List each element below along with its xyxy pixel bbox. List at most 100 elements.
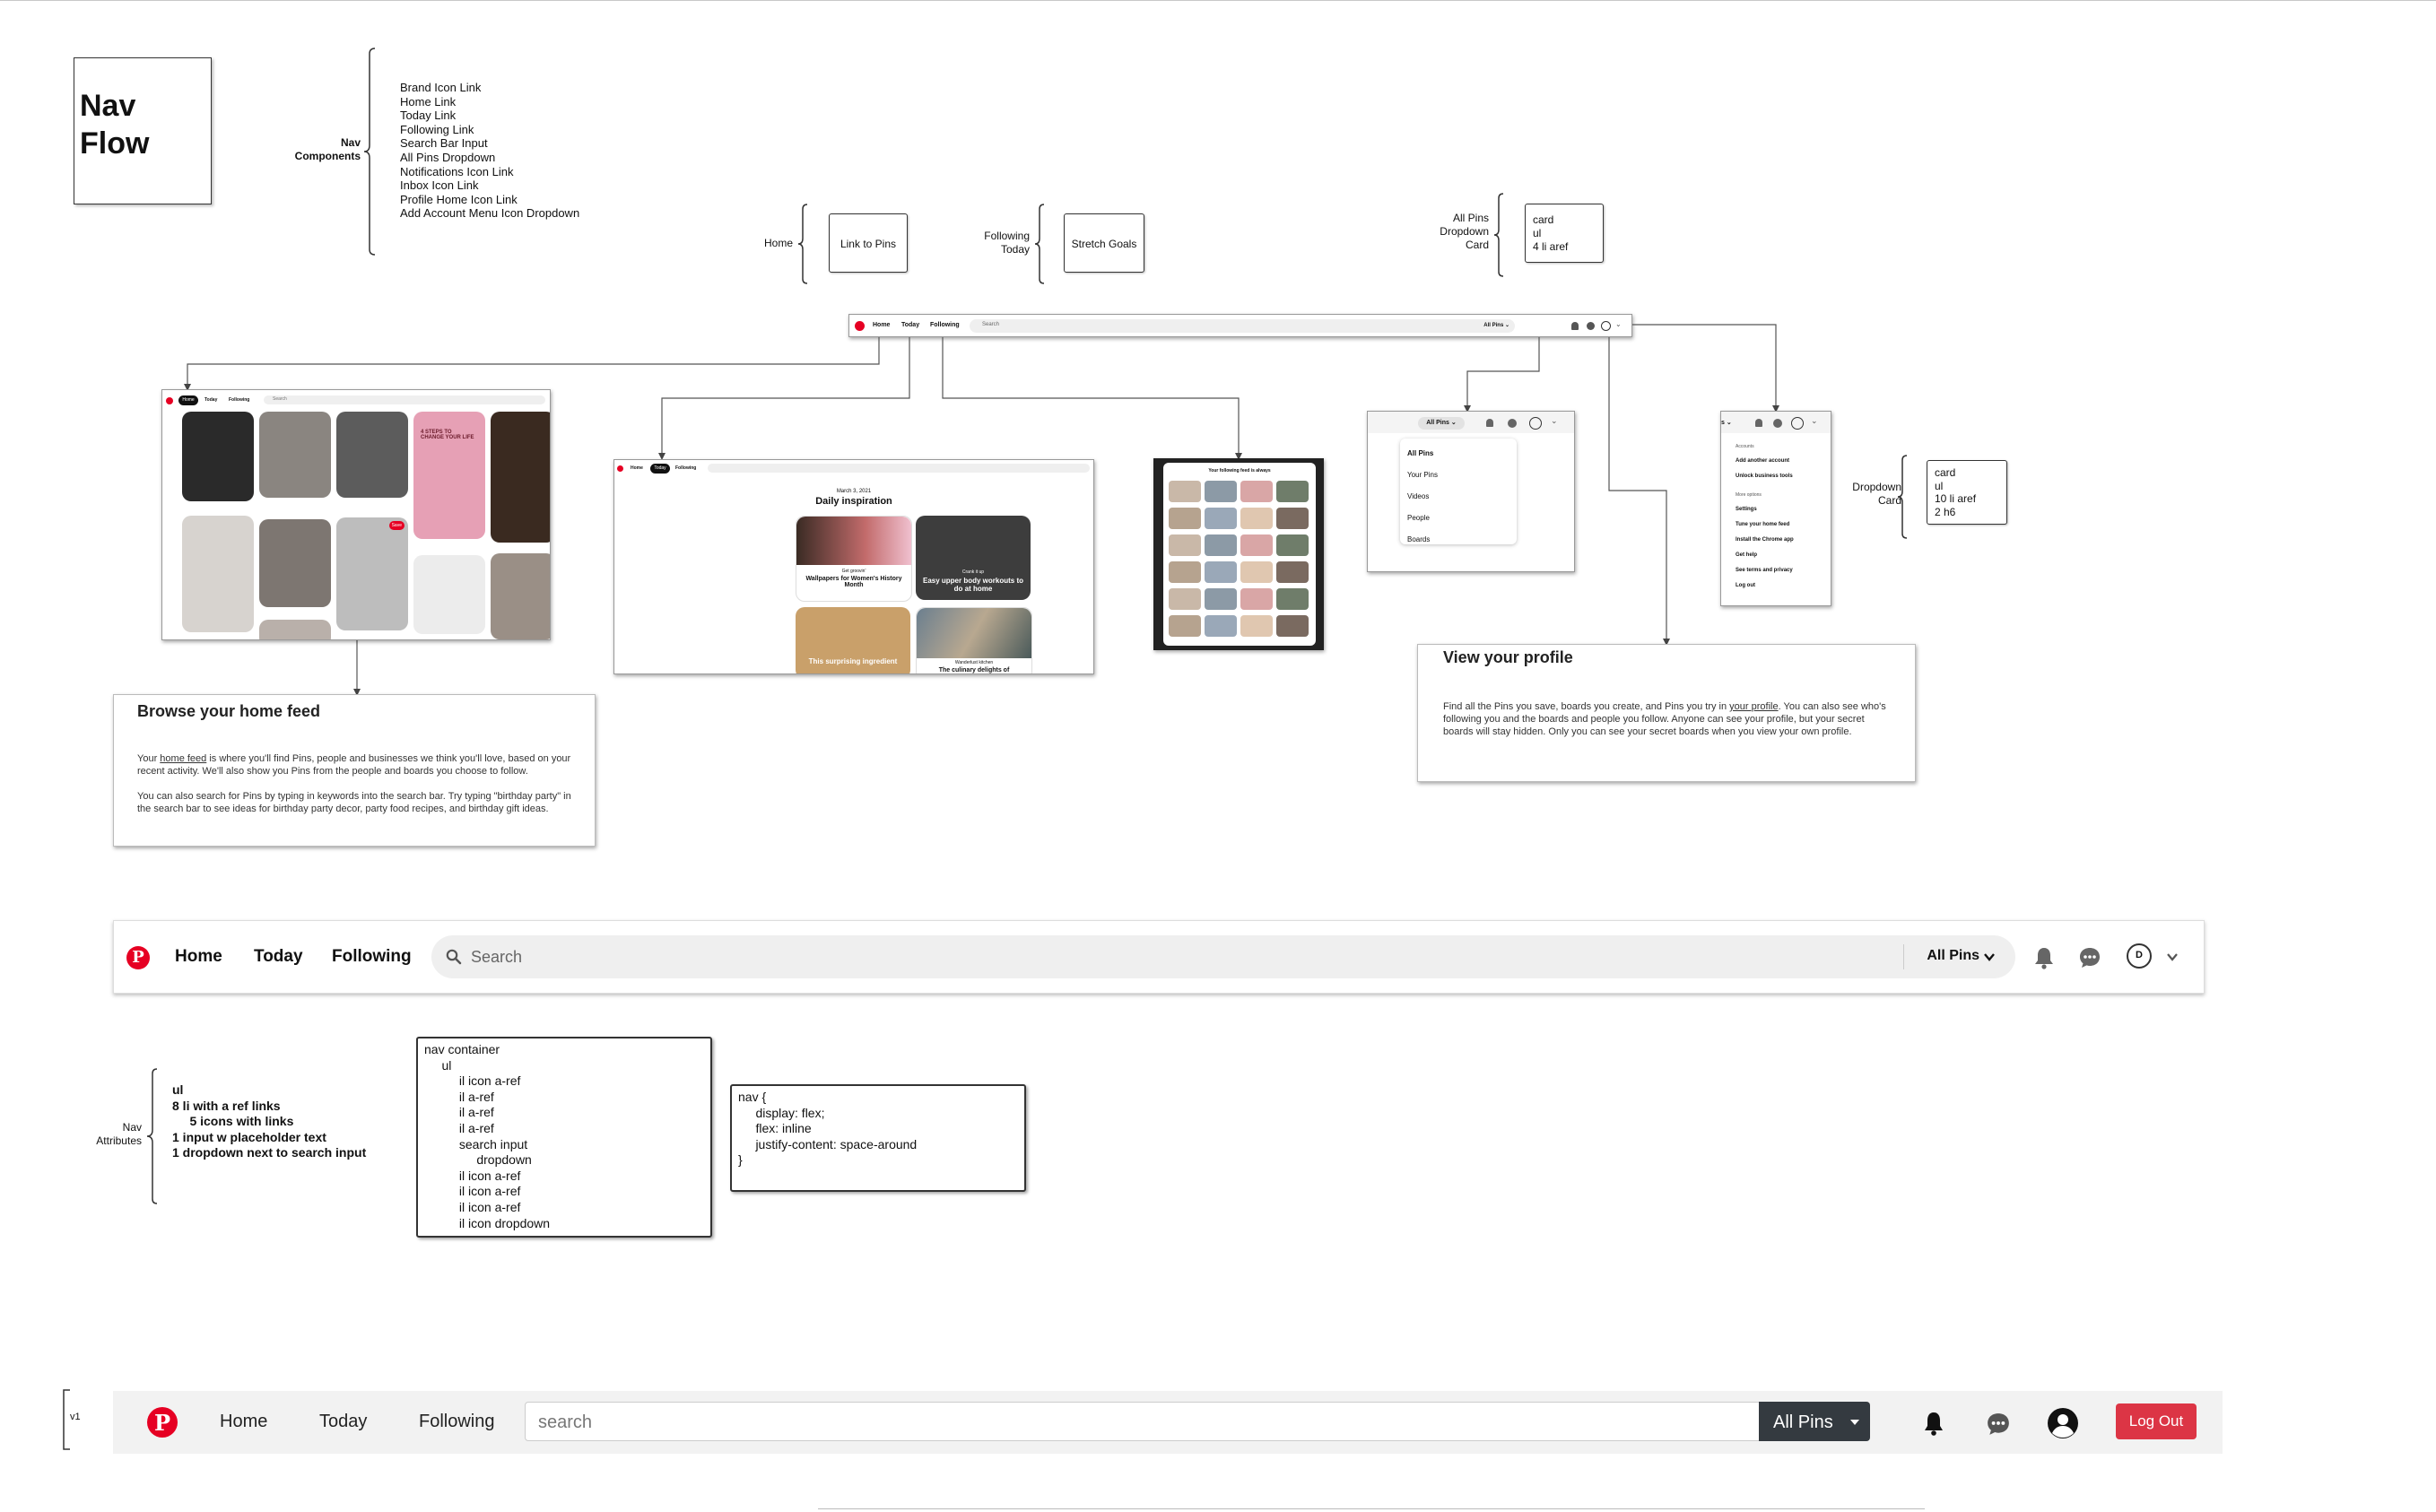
ac-item-settings: Settings bbox=[1736, 507, 1757, 512]
big-bell-icon[interactable] bbox=[2033, 946, 2055, 969]
v1-pinterest-logo-icon[interactable]: P bbox=[147, 1407, 178, 1438]
nav-attributes-label: Nav Attributes bbox=[75, 1121, 142, 1148]
fl-thumb bbox=[1205, 561, 1237, 583]
v1-home-link[interactable]: Home bbox=[220, 1412, 267, 1432]
fl-thumb bbox=[1169, 588, 1201, 610]
hf-search-placeholder: Search bbox=[273, 396, 287, 402]
v1-bell-icon[interactable] bbox=[1923, 1411, 1944, 1436]
ac-item-terms: See terms and privacy bbox=[1736, 568, 1793, 573]
fl-thumb bbox=[1276, 481, 1309, 502]
fl-thumb bbox=[1276, 508, 1309, 529]
profile-card-p-pre: Find all the Pins you save, boards you c… bbox=[1443, 701, 1730, 712]
browse-card-paragraph-2: You can also search for Pins by typing i… bbox=[137, 791, 571, 814]
big-chat-icon[interactable] bbox=[2078, 946, 2101, 969]
home-feed-link[interactable]: home feed bbox=[160, 753, 206, 764]
ap-chat-icon bbox=[1508, 419, 1517, 428]
ap-chevron-icon: ⌄ bbox=[1551, 416, 1558, 425]
big-search-bar[interactable]: Search All Pins bbox=[431, 935, 2015, 978]
fl-thumb bbox=[1240, 508, 1273, 529]
td-logo-icon bbox=[617, 465, 623, 472]
big-search-icon bbox=[446, 949, 462, 965]
hf-tab-today: Today bbox=[204, 397, 218, 403]
hf-tile-1 bbox=[182, 412, 254, 501]
td-tile-1-kicker: Get groovin' bbox=[841, 569, 866, 574]
v1-logo-p: P bbox=[153, 1410, 171, 1436]
hf-tile-11 bbox=[259, 620, 331, 639]
ap-button-label: All Pins bbox=[1426, 420, 1449, 426]
v1-today-link[interactable]: Today bbox=[319, 1412, 367, 1432]
today-screenshot: Home Today Following March 3, 2021 Daily… bbox=[613, 459, 1094, 674]
fl-thumb bbox=[1276, 561, 1309, 583]
v1-allpins-caret-icon bbox=[1850, 1420, 1859, 1425]
ac-item-tune: Tune your home feed bbox=[1736, 522, 1790, 527]
hf-tab-home: Home bbox=[178, 395, 198, 405]
v1-chat-icon[interactable] bbox=[1986, 1412, 2011, 1437]
ac-section-2: More options bbox=[1736, 492, 1762, 498]
profile-card-paragraph: Find all the Pins you save, boards you c… bbox=[1443, 700, 1892, 738]
hf-save-button: Save bbox=[388, 521, 405, 530]
ac-item-logout: Log out bbox=[1736, 583, 1755, 588]
nav-attribute-line: 1 dropdown next to search input bbox=[172, 1145, 367, 1160]
hf-logo-icon bbox=[166, 397, 173, 404]
fl-thumb bbox=[1276, 615, 1309, 637]
td-tile-4-kicker: Wanderlust kitchen bbox=[954, 660, 994, 665]
td-search-bar bbox=[708, 464, 1090, 473]
fl-thumb bbox=[1205, 508, 1237, 529]
big-following-link[interactable]: Following bbox=[332, 947, 412, 967]
hf-tile-8: Save bbox=[336, 517, 408, 630]
v1-allpins-dropdown[interactable]: All Pins bbox=[1759, 1402, 1870, 1441]
td-date: March 3, 2021 bbox=[836, 489, 872, 494]
nav-attribute-line: 1 input w placeholder text bbox=[172, 1129, 326, 1144]
ap-button: All Pins ⌄ bbox=[1418, 417, 1465, 430]
big-account-chevron-icon[interactable] bbox=[2166, 952, 2179, 962]
big-avatar-letter: D bbox=[2136, 950, 2143, 960]
v1-bracket bbox=[63, 1389, 70, 1450]
v1-search-input[interactable]: search bbox=[525, 1402, 1761, 1441]
big-pinterest-logo-icon[interactable]: P bbox=[126, 946, 150, 969]
v1-user-icon[interactable] bbox=[2047, 1407, 2079, 1439]
fl-thumb bbox=[1169, 615, 1201, 637]
hf-tile-7 bbox=[259, 519, 331, 607]
ac-chat-icon bbox=[1773, 419, 1782, 428]
big-logo-p: P bbox=[132, 948, 144, 967]
td-heading: Daily inspiration bbox=[815, 496, 892, 507]
td-tile-3: This surprising ingredient bbox=[796, 607, 910, 673]
fl-thumb bbox=[1169, 508, 1201, 529]
ac-menu: Accounts Add another account Unlock busi… bbox=[1728, 437, 1827, 604]
td-tab-home: Home bbox=[631, 465, 643, 471]
td-tile-4: Wanderlust kitchen The culinary delights… bbox=[916, 607, 1032, 673]
ac-item-add-account: Add another account bbox=[1736, 458, 1790, 464]
big-avatar[interactable]: D bbox=[2127, 943, 2152, 969]
big-allpins-dropdown[interactable]: All Pins bbox=[1927, 948, 1979, 964]
fl-thumb bbox=[1240, 588, 1273, 610]
your-profile-link[interactable]: your profile bbox=[1729, 701, 1778, 712]
fl-thumb bbox=[1276, 534, 1309, 556]
fl-thumb bbox=[1205, 534, 1237, 556]
nav-attributes-label-2: Attributes bbox=[96, 1134, 142, 1147]
nav-css-box: nav { display: flex; flex: inline justif… bbox=[730, 1084, 1026, 1192]
v1-logout-button[interactable]: Log Out bbox=[2116, 1403, 2197, 1439]
fl-heading: Your following feed is always bbox=[1208, 468, 1271, 474]
v1-search-placeholder: search bbox=[538, 1412, 593, 1432]
td-tab-today: Today bbox=[650, 464, 670, 474]
td-tile-4-title: The culinary delights of bbox=[938, 667, 1010, 673]
nav-attributes-brace bbox=[146, 1068, 158, 1204]
td-tab-following: Following bbox=[675, 465, 697, 471]
td-tile-2-title: Easy upper body workouts to do at home bbox=[922, 577, 1023, 593]
nav-structure-box: nav container ul il icon a-ref il a-ref … bbox=[416, 1037, 712, 1238]
ac-item-business: Unlock business tools bbox=[1736, 474, 1793, 479]
ap-item-3: Videos bbox=[1407, 492, 1430, 500]
ap-item-5: Boards bbox=[1407, 535, 1431, 543]
big-home-link[interactable]: Home bbox=[175, 947, 222, 967]
ac-button: s ⌄ bbox=[1721, 420, 1732, 426]
td-tile-1: Get groovin' Wallpapers for Women's Hist… bbox=[796, 516, 912, 602]
ac-item-help: Get help bbox=[1736, 552, 1758, 558]
fl-inner: Your following feed is always bbox=[1163, 463, 1316, 646]
big-today-link[interactable]: Today bbox=[254, 947, 303, 967]
ap-menu: All Pins Your Pins Videos People Boards bbox=[1400, 439, 1517, 544]
td-tile-2-kicker: Crank it up bbox=[961, 569, 985, 575]
v1-following-link[interactable]: Following bbox=[419, 1412, 494, 1432]
following-screenshot: Your following feed is always bbox=[1153, 458, 1324, 650]
browse-card-title: Browse your home feed bbox=[137, 702, 321, 720]
ac-bell-icon bbox=[1755, 419, 1762, 427]
